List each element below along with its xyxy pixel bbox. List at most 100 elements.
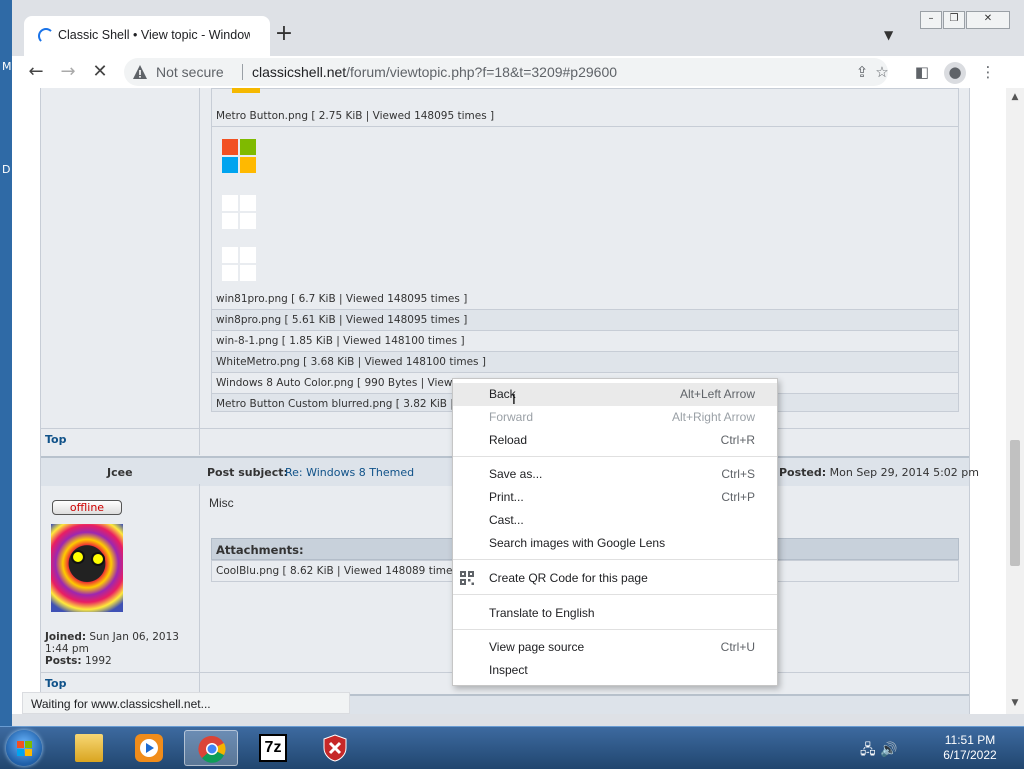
menu-item-save-as[interactable]: Save as... Ctrl+S	[453, 463, 777, 486]
scroll-down-icon[interactable]: ▼	[1010, 698, 1020, 708]
warning-triangle-icon[interactable]	[132, 64, 148, 80]
menu-item-translate[interactable]: Translate to English	[453, 602, 777, 625]
menu-item-shortcut: Alt+Right Arrow	[671, 410, 755, 424]
menu-item-shortcut: Ctrl+R	[720, 433, 755, 447]
close-window-button[interactable]: ✕	[966, 11, 1010, 29]
new-tab-button[interactable]: +	[274, 23, 294, 45]
desktop-edge: M D	[0, 0, 12, 728]
windows-logo-icon	[17, 749, 24, 756]
menu-item-shortcut: Alt+Left Arrow	[679, 387, 755, 401]
windows-color-logo-image[interactable]	[222, 139, 256, 173]
forward-arrow-icon[interactable]: →	[56, 60, 80, 84]
back-arrow-icon[interactable]: ←	[24, 60, 48, 84]
page-scrollbar[interactable]: ▲ ▼	[1006, 88, 1024, 714]
menu-item-label: View page source	[489, 640, 585, 654]
posts-label: Posts:	[45, 655, 82, 667]
more-menu-icon[interactable]: ⋮	[978, 62, 998, 82]
context-menu: Back Alt+Left Arrow Forward Alt+Right Arro…	[452, 378, 778, 686]
joined-value: Sun Jan 06, 2013	[89, 631, 179, 643]
attachment-caption: Metro Button Custom blurred.png [ 3.82 K…	[216, 398, 454, 410]
menu-item-reload[interactable]: Reload Ctrl+R	[453, 429, 777, 452]
system-clock[interactable]: 11:51 PM 6/17/2022	[930, 733, 1010, 763]
desktop-icon-label: D	[2, 163, 11, 176]
avatar-eye	[71, 550, 85, 564]
url-host: classicshell.net	[252, 64, 347, 80]
url-text[interactable]: classicshell.net/forum/viewtopic.php?f=1…	[252, 64, 617, 80]
joined-info: Joined: Sun Jan 06, 2013	[45, 631, 179, 643]
joined-label: Joined:	[45, 631, 87, 643]
menu-item-cast[interactable]: Cast...	[453, 509, 777, 532]
windows-white-logo-image[interactable]	[222, 195, 256, 229]
bookmark-star-icon[interactable]: ☆	[872, 62, 892, 82]
menu-item-google-lens[interactable]: Search images with Google Lens	[453, 532, 777, 555]
menu-item-label: Forward	[489, 410, 534, 424]
maximize-button[interactable]: ❐	[943, 11, 965, 29]
offline-status-badge: offline	[52, 500, 122, 515]
menu-separator	[453, 629, 777, 630]
post-subject-link[interactable]: Re: Windows 8 Themed	[285, 466, 414, 479]
stop-loading-icon[interactable]: ✕	[88, 60, 112, 84]
address-bar[interactable]: Not secure classicshell.net/forum/viewto…	[124, 58, 888, 86]
menu-item-inspect[interactable]: Inspect	[453, 659, 777, 682]
menu-item-print[interactable]: Print... Ctrl+P	[453, 486, 777, 509]
post-author-column	[41, 88, 200, 428]
scrollbar-thumb[interactable]	[1010, 440, 1020, 566]
avatar-eye	[91, 552, 105, 566]
menu-item-label: Inspect	[489, 663, 528, 677]
attachment-row: win-8-1.png [ 1.85 KiB | Viewed 148100 t…	[212, 330, 958, 351]
desktop-icon-label: M	[2, 60, 12, 73]
minimize-button[interactable]: –	[920, 11, 942, 29]
share-icon[interactable]: ⇪	[852, 62, 872, 82]
posts-info: Posts: 1992	[45, 655, 112, 667]
post-author-name[interactable]: Jcee	[107, 466, 133, 479]
attachment-row: WhiteMetro.png [ 3.68 KiB | Viewed 14810…	[212, 351, 958, 372]
tab-title: Classic Shell • View topic - Windows 8 T…	[58, 28, 250, 42]
avatar[interactable]	[51, 524, 123, 612]
taskbar-chrome[interactable]	[184, 730, 238, 766]
top-link[interactable]: Top	[45, 677, 66, 690]
menu-item-back[interactable]: Back Alt+Left Arrow	[453, 383, 777, 406]
text-cursor-icon: I	[512, 393, 516, 408]
scroll-up-icon[interactable]: ▲	[1010, 92, 1020, 102]
menu-item-shortcut: Ctrl+S	[721, 467, 755, 481]
status-bubble: Waiting for www.classicshell.net...	[22, 692, 350, 714]
attachment-caption: WhiteMetro.png [ 3.68 KiB | Viewed 14810…	[216, 356, 486, 368]
windows-white-logo-image[interactable]	[222, 247, 256, 281]
taskbar: 7z 🖧 🔊 11:51 PM 6/17/2022	[0, 726, 1024, 769]
taskbar-7zip[interactable]: 7z	[246, 730, 300, 766]
taskbar-security[interactable]	[308, 730, 362, 766]
menu-separator	[453, 594, 777, 595]
system-tray: 🖧 🔊	[860, 739, 898, 763]
menu-separator	[453, 456, 777, 457]
network-icon[interactable]: 🖧	[860, 742, 876, 758]
windows-logo-icon	[25, 741, 32, 748]
volume-icon[interactable]: 🔊	[880, 742, 897, 758]
side-panel-icon[interactable]: ◧	[912, 62, 932, 82]
tab-strip: Classic Shell • View topic - Windows 8 T…	[12, 0, 1024, 56]
start-button[interactable]	[6, 730, 42, 766]
attachment-caption: Windows 8 Auto Color.png [ 990 Bytes | V…	[216, 377, 459, 389]
attachments-label: Attachments:	[216, 543, 304, 557]
qr-code-icon	[460, 571, 474, 585]
top-link[interactable]: Top	[45, 433, 66, 446]
menu-item-forward[interactable]: Forward Alt+Right Arrow	[453, 406, 777, 429]
menu-item-label: Translate to English	[489, 606, 595, 620]
taskbar-media-player[interactable]	[122, 730, 176, 766]
attachments-list: Metro Button.png [ 2.75 KiB | Viewed 148…	[211, 88, 959, 412]
taskbar-explorer[interactable]	[62, 730, 116, 766]
menu-item-view-source[interactable]: View page source Ctrl+U	[453, 636, 777, 659]
attachment-caption: win81pro.png [ 6.7 KiB | Viewed 148095 t…	[216, 293, 468, 305]
profile-avatar-icon[interactable]: ●	[944, 62, 966, 84]
divider	[212, 126, 958, 127]
menu-item-label: Search images with Google Lens	[489, 536, 666, 550]
menu-item-label: Print...	[489, 490, 524, 504]
tab-search-chevron-icon[interactable]: ▼	[884, 28, 893, 42]
posted-label: Posted:	[779, 466, 827, 479]
menu-item-qr-code[interactable]: Create QR Code for this page	[453, 567, 777, 590]
menu-separator	[453, 559, 777, 560]
metro-button-image[interactable]	[232, 88, 260, 93]
browser-tab[interactable]: Classic Shell • View topic - Windows 8 T…	[24, 16, 270, 56]
security-status[interactable]: Not secure	[156, 64, 224, 80]
shield-error-icon	[321, 734, 349, 762]
menu-item-shortcut: Ctrl+P	[721, 490, 755, 504]
